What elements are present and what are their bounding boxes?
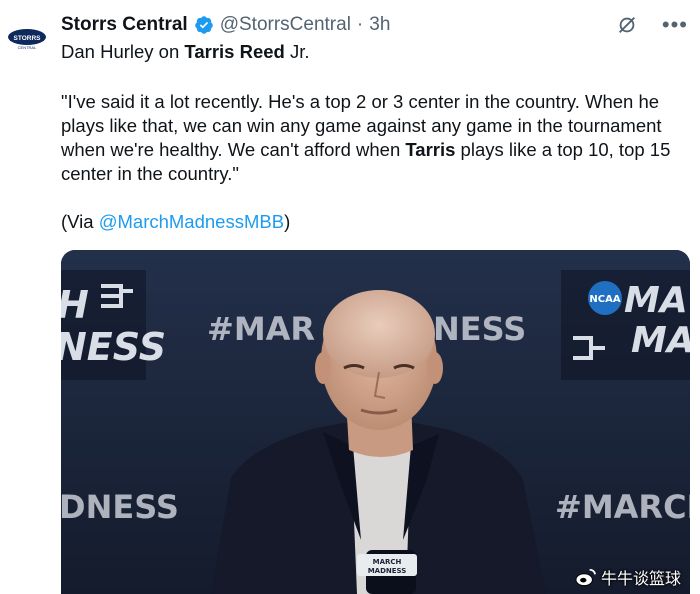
author-name[interactable]: Storrs Central [61,14,188,36]
author-handle[interactable]: @StorrsCentral [220,14,351,36]
quote-bold-name: Tarris [405,139,456,160]
tweet-line-1: Dan Hurley on Tarris Reed Jr. [61,41,310,62]
watermark-text: 牛牛谈篮球 [601,569,682,588]
header-separator: · [356,14,364,35]
svg-text:MARCH: MARCH [373,558,402,566]
tweet-timestamp[interactable]: 3h [369,14,390,36]
svg-text:NESS: NESS [433,310,526,348]
mention-bold-name: Tarris Reed [184,41,285,62]
more-icon[interactable]: ••• [662,14,688,36]
tweet-header: Storrs Central @StorrsCentral · 3h [61,12,390,38]
grok-icon[interactable] [616,14,638,36]
tweet-media-image[interactable]: H NESS #MAR NESS NCAA MA MA DNESS #MARCH [61,250,690,594]
svg-text:NCAA: NCAA [589,294,620,305]
svg-text:STORRS: STORRS [14,35,42,42]
microphone: MARCH MADNESS [357,550,417,594]
svg-text:#MARCH: #MARCH [555,488,690,526]
backdrop-right-logo: NCAA MA MA [561,270,690,380]
via-mention-link[interactable]: @MarchMadnessMBB [99,211,284,232]
verified-badge-icon [194,16,213,34]
header-actions: ••• [616,14,688,36]
svg-text:NESS: NESS [61,325,166,369]
svg-text:DNESS: DNESS [61,488,179,526]
svg-text:H: H [61,283,89,327]
storrs-central-logo: STORRS CENTRAL [8,29,46,50]
tweet-via: (Via @MarchMadnessMBB) [61,211,291,232]
svg-text:CENTRAL: CENTRAL [18,45,37,50]
svg-text:#MAR: #MAR [207,310,315,348]
tweet-quote: "I've said it a lot recently. He's a top… [61,91,671,184]
weibo-watermark: 牛牛谈篮球 [575,565,681,589]
svg-text:MA: MA [631,320,690,361]
svg-text:MADNESS: MADNESS [368,567,407,575]
weibo-icon [575,568,596,587]
author-avatar[interactable]: STORRS CENTRAL [5,18,49,62]
press-conference-photo: H NESS #MAR NESS NCAA MA MA DNESS #MARCH [61,250,690,594]
svg-text:MA: MA [624,280,688,321]
